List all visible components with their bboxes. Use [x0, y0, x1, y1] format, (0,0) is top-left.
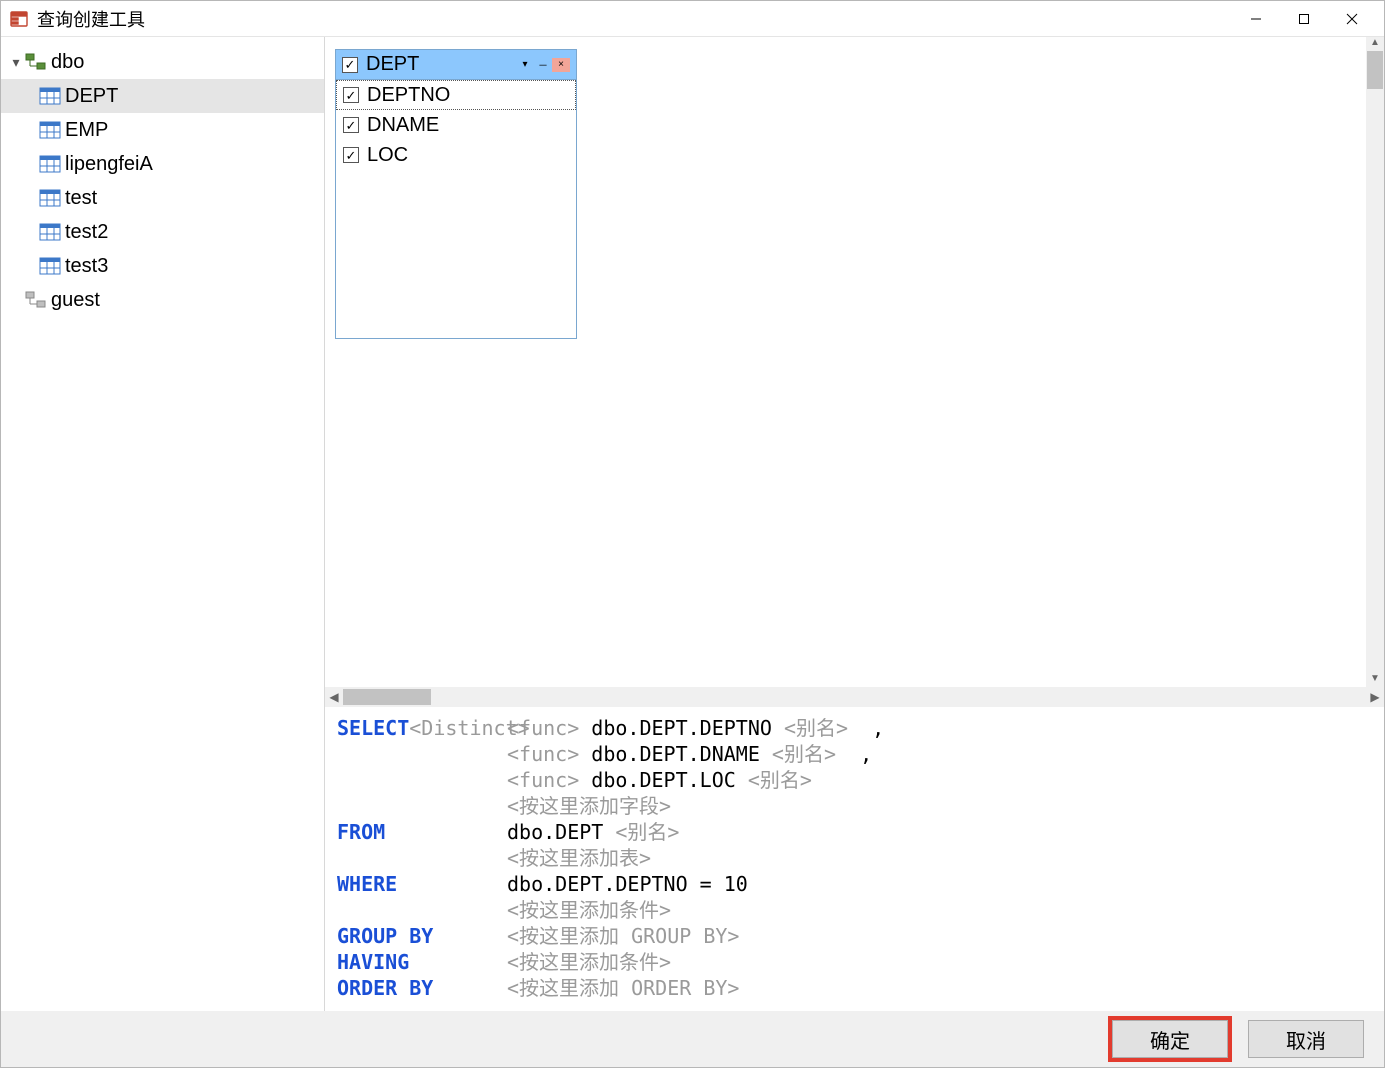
tree-node-label: test	[65, 187, 97, 210]
schema-tree[interactable]: ▾ dbo DEPT EMP lipengfeiA	[1, 37, 325, 1011]
add-field-hint[interactable]: <按这里添加字段>	[507, 794, 671, 818]
app-icon	[9, 9, 29, 29]
tree-node-label: EMP	[65, 119, 108, 142]
tree-node-label: test3	[65, 255, 108, 278]
tree-node-table-dept[interactable]: DEPT	[1, 79, 324, 113]
tree-node-label: guest	[51, 289, 100, 312]
card-close-icon[interactable]: ×	[552, 58, 570, 72]
table-icon	[39, 87, 61, 105]
orderby-keyword[interactable]: ORDER BY	[337, 976, 433, 1000]
tree-node-dbo[interactable]: ▾ dbo	[1, 45, 324, 79]
select-field[interactable]: dbo.DEPT.DEPTNO	[591, 716, 772, 740]
ok-button[interactable]: 确定	[1112, 1020, 1228, 1058]
select-all-columns-checkbox[interactable]	[342, 57, 358, 73]
cancel-button-label: 取消	[1286, 1025, 1326, 1054]
column-label: DNAME	[367, 114, 439, 137]
tree-node-table-test[interactable]: test	[1, 181, 324, 215]
add-having-hint[interactable]: <按这里添加条件>	[507, 950, 671, 974]
scroll-left-icon[interactable]: ◀	[325, 690, 343, 704]
minimize-button[interactable]	[1232, 3, 1280, 35]
func-hint[interactable]: <func>	[507, 742, 579, 766]
tree-node-table-lipengfeia[interactable]: lipengfeiA	[1, 147, 324, 181]
groupby-keyword[interactable]: GROUP BY	[337, 924, 433, 948]
design-and-sql: DEPT ▾ － × DEPTNO	[325, 37, 1384, 1011]
from-table[interactable]: dbo.DEPT	[507, 820, 603, 844]
add-groupby-hint[interactable]: <按这里添加 GROUP BY>	[507, 924, 739, 948]
table-card-title: DEPT	[366, 53, 516, 76]
client-area: ▾ dbo DEPT EMP lipengfeiA	[1, 37, 1384, 1011]
alias-hint[interactable]: <别名>	[748, 768, 812, 792]
func-hint[interactable]: <func>	[507, 716, 579, 740]
where-keyword[interactable]: WHERE	[337, 872, 397, 896]
close-button[interactable]	[1328, 3, 1376, 35]
card-menu-icon[interactable]: ▾	[516, 58, 534, 72]
ok-button-label: 确定	[1150, 1025, 1190, 1054]
caret-down-icon[interactable]: ▾	[9, 54, 23, 71]
card-minimize-icon[interactable]: －	[534, 58, 552, 72]
diagram-canvas[interactable]: DEPT ▾ － × DEPTNO	[325, 37, 1366, 687]
table-icon	[39, 223, 61, 241]
column-checkbox[interactable]	[343, 117, 359, 133]
alias-hint[interactable]: <别名>	[615, 820, 679, 844]
dialog-footer: 确定 取消	[1, 1011, 1384, 1067]
column-checkbox[interactable]	[343, 147, 359, 163]
column-label: DEPTNO	[367, 84, 450, 107]
diagram-canvas-wrapper: DEPT ▾ － × DEPTNO	[325, 37, 1384, 687]
maximize-button[interactable]	[1280, 3, 1328, 35]
scroll-thumb[interactable]	[343, 689, 431, 705]
add-orderby-hint[interactable]: <按这里添加 ORDER BY>	[507, 976, 739, 1000]
tree-node-table-test2[interactable]: test2	[1, 215, 324, 249]
horizontal-scrollbar[interactable]: ◀ ▶	[325, 687, 1384, 707]
from-keyword[interactable]: FROM	[337, 820, 385, 844]
table-icon	[39, 189, 61, 207]
scroll-right-icon[interactable]: ▶	[1366, 690, 1384, 704]
table-icon	[39, 121, 61, 139]
having-keyword[interactable]: HAVING	[337, 950, 409, 974]
table-card-header[interactable]: DEPT ▾ － ×	[336, 50, 576, 80]
column-label: LOC	[367, 144, 408, 167]
add-table-hint[interactable]: <按这里添加表>	[507, 846, 651, 870]
column-row-loc[interactable]: LOC	[336, 140, 576, 170]
query-builder-window: 查询创建工具 ▾ dbo DEPT EMP	[0, 0, 1385, 1068]
column-checkbox[interactable]	[343, 87, 359, 103]
column-row-dname[interactable]: DNAME	[336, 110, 576, 140]
table-card-dept[interactable]: DEPT ▾ － × DEPTNO	[335, 49, 577, 339]
table-icon	[39, 257, 61, 275]
tree-node-label: dbo	[51, 51, 84, 74]
table-icon	[39, 155, 61, 173]
schema-icon	[25, 291, 47, 309]
window-title: 查询创建工具	[37, 6, 145, 32]
scroll-down-icon[interactable]: ▼	[1366, 673, 1384, 687]
select-field[interactable]: dbo.DEPT.LOC	[591, 768, 736, 792]
where-expression[interactable]: dbo.DEPT.DEPTNO = 10	[507, 872, 748, 896]
tree-node-label: test2	[65, 221, 108, 244]
select-field[interactable]: dbo.DEPT.DNAME	[591, 742, 760, 766]
func-hint[interactable]: <func>	[507, 768, 579, 792]
add-condition-hint[interactable]: <按这里添加条件>	[507, 898, 671, 922]
scroll-thumb[interactable]	[1367, 51, 1383, 89]
tree-node-label: lipengfeiA	[65, 153, 153, 176]
alias-hint[interactable]: <别名>	[772, 742, 836, 766]
select-keyword[interactable]: SELECT	[337, 716, 409, 740]
sql-editor[interactable]: SELECT<Distinct> <func> dbo.DEPT.DEPTNO …	[325, 707, 1384, 1011]
cancel-button[interactable]: 取消	[1248, 1020, 1364, 1058]
alias-hint[interactable]: <别名>	[784, 716, 848, 740]
tree-node-table-test3[interactable]: test3	[1, 249, 324, 283]
vertical-scrollbar[interactable]: ▲ ▼	[1366, 37, 1384, 687]
tree-node-label: DEPT	[65, 85, 118, 108]
tree-node-table-emp[interactable]: EMP	[1, 113, 324, 147]
column-row-deptno[interactable]: DEPTNO	[336, 80, 576, 110]
tree-node-guest[interactable]: ▾ guest	[1, 283, 324, 317]
scroll-up-icon[interactable]: ▲	[1366, 37, 1384, 51]
titlebar: 查询创建工具	[1, 1, 1384, 37]
schema-icon	[25, 53, 47, 71]
